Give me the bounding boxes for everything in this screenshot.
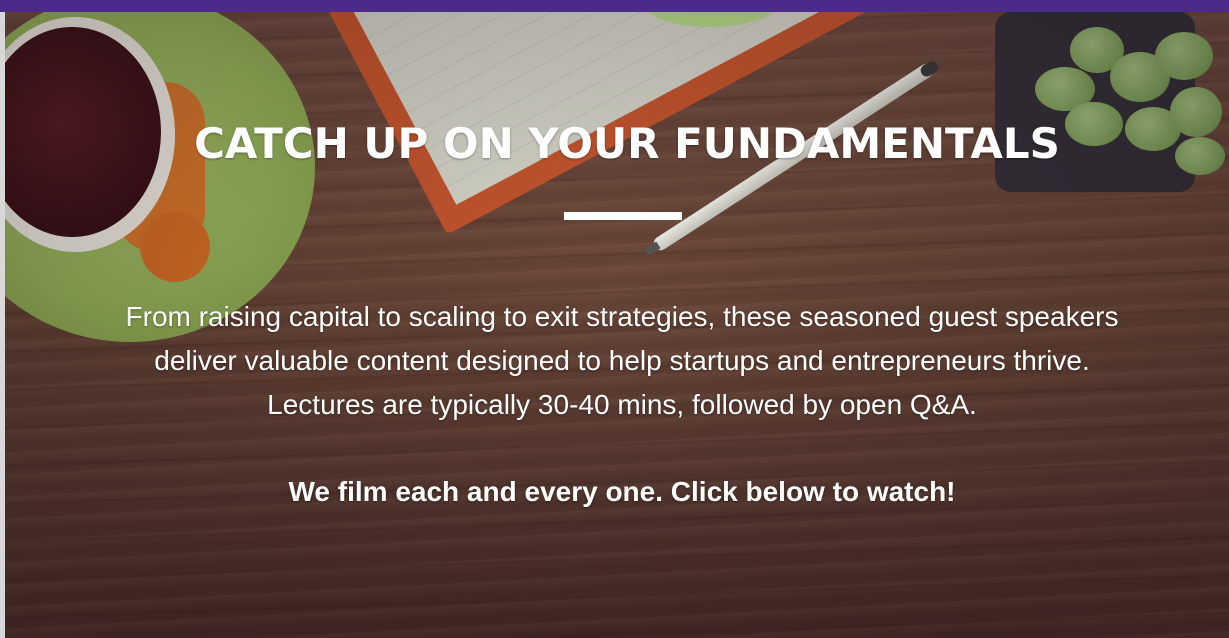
- title-divider: [564, 212, 682, 220]
- hero-title: CATCH UP ON YOUR FUNDAMENTALS: [194, 119, 1060, 168]
- top-accent-bar: [0, 0, 1229, 12]
- hero-cta-text: We film each and every one. Click below …: [288, 476, 956, 507]
- hero-description: From raising capital to scaling to exit …: [125, 301, 1119, 420]
- hero-content: CATCH UP ON YOUR FUNDAMENTALS From raisi…: [5, 12, 1229, 638]
